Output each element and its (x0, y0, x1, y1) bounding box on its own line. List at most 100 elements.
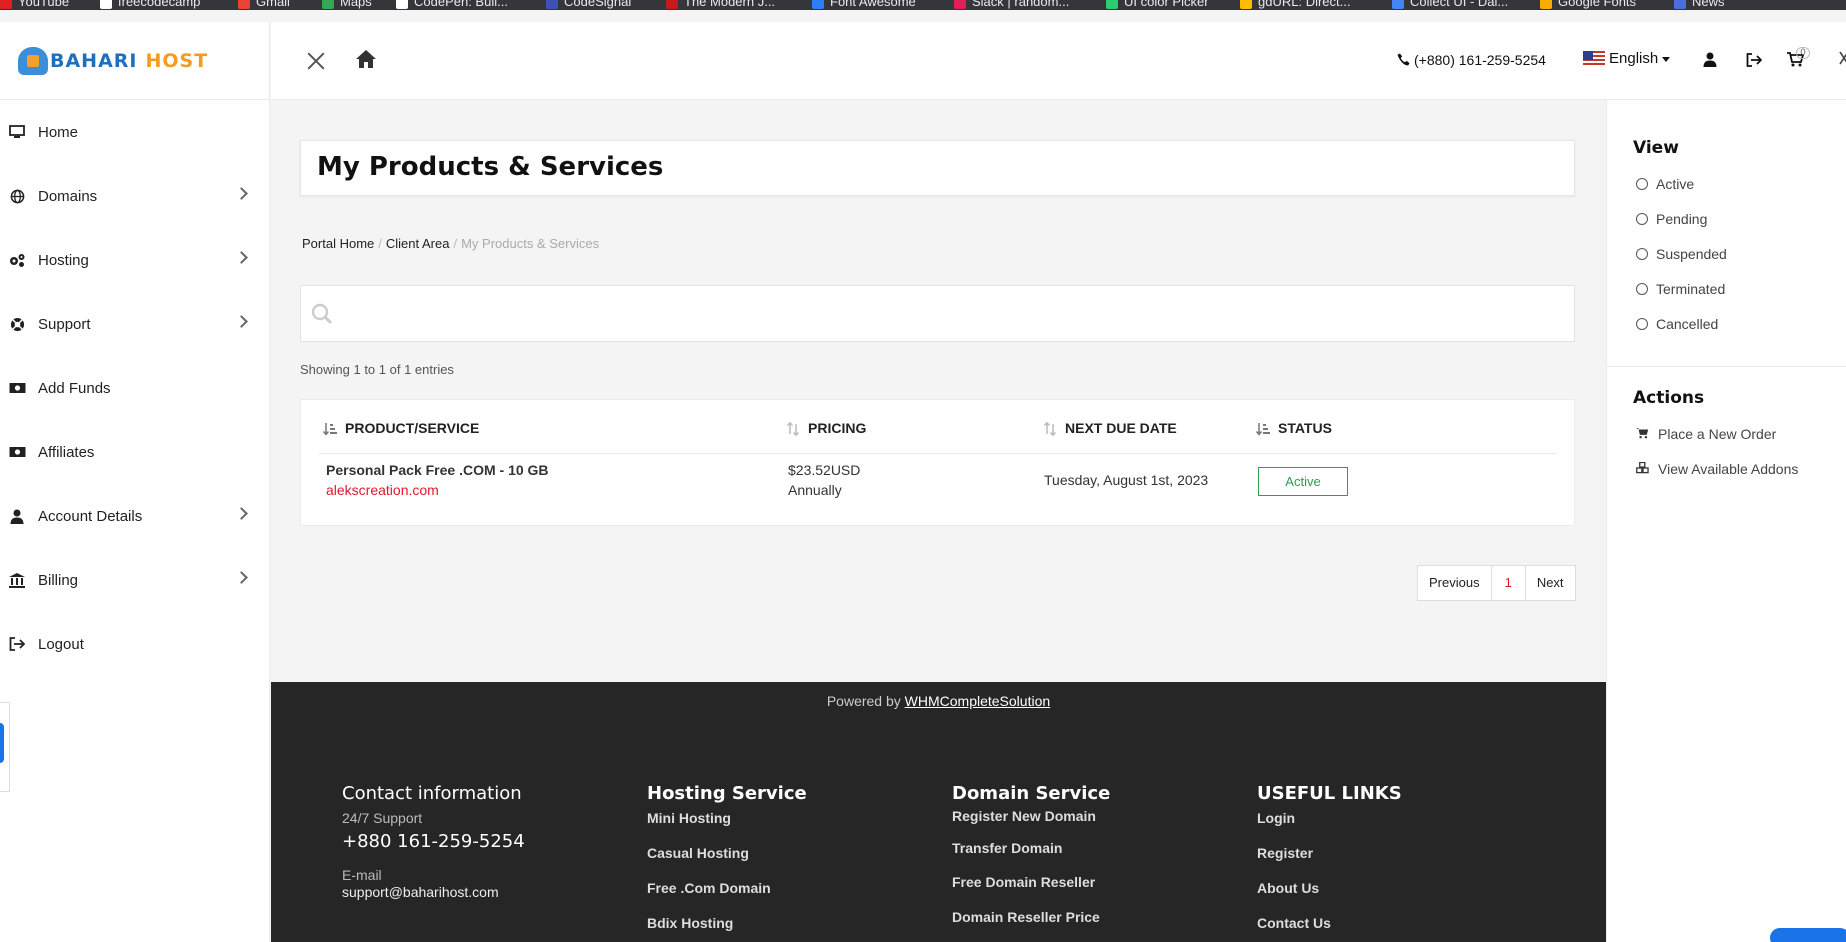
column-header-product[interactable]: PRODUCT/SERVICE (322, 420, 480, 436)
footer-link[interactable]: Transfer Domain (952, 840, 1062, 856)
filter-suspended[interactable]: Suspended (1636, 246, 1727, 262)
filter-active[interactable]: Active (1636, 176, 1694, 192)
feedback-side-tab[interactable] (0, 702, 10, 792)
sort-icon (786, 421, 800, 437)
footer-contact-title: Contact information (342, 783, 522, 804)
bookmark-item[interactable]: Slack | random... (954, 0, 1069, 9)
footer-email[interactable]: support@baharihost.com (342, 884, 499, 900)
view-available-addons-link[interactable]: View Available Addons (1636, 461, 1798, 477)
breadcrumb: Portal Home / Client Area / My Products & Se… (302, 236, 599, 251)
sidebar-item-label: Add Funds (38, 379, 111, 397)
footer-link[interactable]: Bdix Hosting (647, 915, 733, 931)
sidebar-item-label: Home (38, 123, 79, 141)
filter-label: Suspended (1656, 246, 1727, 262)
place-new-order-link[interactable]: Place a New Order (1636, 426, 1776, 442)
action-label: Place a New Order (1658, 426, 1777, 442)
bookmark-item[interactable]: Font Awesome (812, 0, 916, 9)
whmcs-link[interactable]: WHMCompleteSolution (905, 693, 1051, 709)
sidebar-item-label: Logout (38, 635, 84, 653)
previous-page-button[interactable]: Previous (1418, 566, 1492, 600)
footer-hosting-title: Hosting Service (647, 783, 807, 804)
sign-out-icon[interactable] (1746, 52, 1766, 72)
sidebar-item-label: Affiliates (38, 443, 95, 461)
cart-icon (1636, 426, 1650, 442)
page-number-button[interactable]: 1 (1492, 566, 1526, 600)
page-title: My Products & Services (317, 152, 664, 182)
bookmark-item[interactable]: CodePen: Buil... (396, 0, 508, 9)
filter-cancelled[interactable]: Cancelled (1636, 316, 1718, 332)
footer-link[interactable]: Casual Hosting (647, 845, 749, 861)
sidebar-item-logout[interactable]: Logout (0, 624, 270, 664)
footer-link[interactable]: Free .Com Domain (647, 880, 771, 896)
cloud-logo-icon (18, 46, 48, 75)
bookmark-item[interactable]: Google Fonts (1540, 0, 1636, 9)
user-icon[interactable] (1703, 52, 1723, 72)
sidebar-item-label: Domains (38, 187, 98, 205)
bookmark-item[interactable]: The Modern J... (666, 0, 775, 9)
chat-widget-button[interactable] (1770, 928, 1846, 942)
bookmark-item[interactable]: CodeSignal (546, 0, 631, 9)
footer-phone[interactable]: +880 161-259-5254 (342, 831, 525, 852)
header-phone[interactable]: (+880) 161-259-5254 (1397, 52, 1546, 68)
bookmark-item[interactable]: freecodecamp (100, 0, 200, 9)
next-due-date: Tuesday, August 1st, 2023 (1044, 472, 1209, 488)
filter-label: Active (1656, 176, 1695, 192)
bookmark-item[interactable]: Collect UI - Dai... (1392, 0, 1508, 9)
sidebar-item-affiliates[interactable]: Affiliates (0, 432, 270, 472)
brand-name-part1: BAHARI (50, 49, 138, 72)
footer-link[interactable]: Login (1257, 810, 1295, 826)
sidebar-item-support[interactable]: Support (0, 304, 270, 344)
brand-name-part2: HOST (145, 49, 209, 72)
bookmarks-bar: YouTube freecodecamp Gmail Maps CodePen:… (0, 0, 1846, 10)
footer-link[interactable]: Register New Domain (952, 808, 1096, 824)
footer-link[interactable]: About Us (1257, 880, 1319, 896)
actions-panel-title: Actions (1633, 388, 1705, 408)
filter-pending[interactable]: Pending (1636, 211, 1707, 227)
sidebar-item-home[interactable]: Home (0, 112, 270, 152)
bookmark-item[interactable]: gdURL: Direct... (1240, 0, 1350, 9)
us-flag-icon (1583, 51, 1605, 68)
home-icon[interactable] (355, 49, 377, 71)
sidebar-item-account-details[interactable]: Account Details (0, 496, 270, 536)
bookmark-item[interactable]: UI color Picker (1106, 0, 1209, 9)
column-header-pricing[interactable]: PRICING (786, 420, 866, 437)
gears-icon (8, 252, 26, 268)
product-domain-link[interactable]: alekscreation.com (326, 482, 439, 498)
filter-label: Cancelled (1656, 316, 1719, 332)
sidebar-item-label: Billing (38, 571, 79, 589)
filter-terminated[interactable]: Terminated (1636, 281, 1725, 297)
breadcrumb-separator: / (378, 236, 382, 251)
breadcrumb-portal-home[interactable]: Portal Home (302, 236, 374, 251)
footer: Powered by WHMCompleteSolution Contact i… (271, 682, 1606, 942)
bookmark-item[interactable]: News (1674, 0, 1725, 9)
filter-label: Terminated (1656, 281, 1726, 297)
footer-link[interactable]: Mini Hosting (647, 810, 731, 826)
column-header-label: PRODUCT/SERVICE (345, 420, 480, 436)
cart-count-badge: 0 (1796, 47, 1810, 59)
search-input[interactable] (345, 298, 1545, 330)
column-header-next-due-date[interactable]: NEXT DUE DATE (1043, 420, 1177, 437)
sidebar-item-add-funds[interactable]: Add Funds (0, 368, 270, 408)
sidebar-item-billing[interactable]: Billing (0, 560, 270, 600)
footer-link[interactable]: Contact Us (1257, 915, 1331, 931)
footer-link[interactable]: Domain Reseller Price (952, 909, 1100, 925)
radio-icon (1636, 213, 1648, 225)
language-selector[interactable]: English (1583, 50, 1671, 68)
bookmark-item[interactable]: Gmail (238, 0, 290, 9)
bookmark-item[interactable]: YouTube (0, 0, 69, 9)
globe-icon (8, 188, 26, 204)
sidebar-item-hosting[interactable]: Hosting (0, 240, 270, 280)
sidebar-item-domains[interactable]: Domains (0, 176, 270, 216)
close-sidebar-icon[interactable] (307, 52, 325, 70)
close-panel-icon[interactable] (1839, 50, 1846, 66)
right-filter-panel: View Active Pending Suspended Terminated… (1606, 100, 1846, 942)
panel-divider (1607, 366, 1846, 367)
footer-link[interactable]: Register (1257, 845, 1313, 861)
breadcrumb-client-area[interactable]: Client Area (386, 236, 450, 251)
bookmark-item[interactable]: Maps (322, 0, 372, 9)
footer-link[interactable]: Free Domain Reseller (952, 874, 1095, 890)
next-page-button[interactable]: Next (1526, 566, 1575, 600)
column-header-status[interactable]: STATUS (1255, 420, 1332, 436)
table-search-box[interactable] (300, 285, 1575, 342)
brand-logo[interactable]: BAHARI HOST (0, 22, 269, 100)
